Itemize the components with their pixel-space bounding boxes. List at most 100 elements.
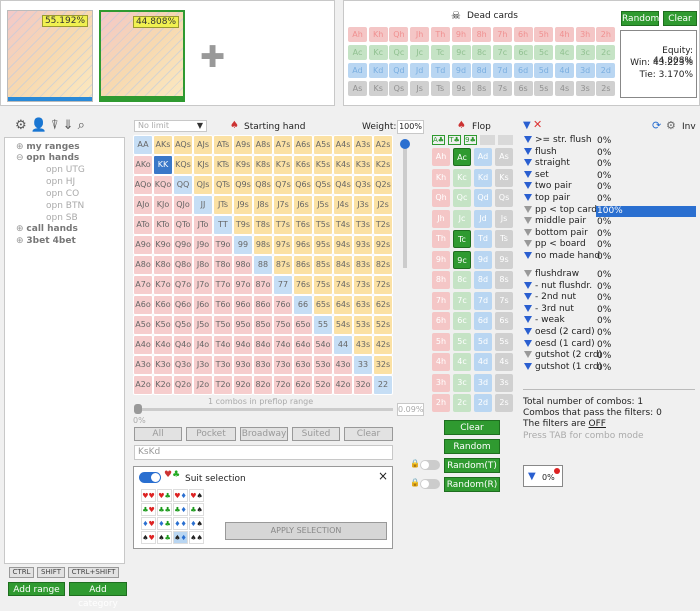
filter-badge[interactable]: ▼ 0% <box>523 465 563 487</box>
hand-cell-KQo[interactable]: KQo <box>153 175 173 195</box>
hand-cell-54o[interactable]: 54o <box>313 335 333 355</box>
hand-cell-72s[interactable]: 72s <box>373 275 393 295</box>
hand-cell-92o[interactable]: 92o <box>233 375 253 395</box>
hand-cell-Q3o[interactable]: Q3o <box>173 355 193 375</box>
dead-card-4d[interactable]: 4d <box>555 63 574 78</box>
filter-funnel-icon[interactable] <box>524 316 532 324</box>
filter-funnel-icon[interactable] <box>524 182 532 190</box>
dead-card-Js[interactable]: Js <box>410 81 430 96</box>
hand-cell-K8s[interactable]: K8s <box>253 155 273 175</box>
hand-cell-98s[interactable]: 98s <box>253 235 273 255</box>
hand-cell-62s[interactable]: 62s <box>373 295 393 315</box>
hand-cell-Q8s[interactable]: Q8s <box>253 175 273 195</box>
hand-cell-A3o[interactable]: A3o <box>133 355 153 375</box>
dead-card-9s[interactable]: 9s <box>451 81 471 96</box>
hand-cell-KTs[interactable]: KTs <box>213 155 233 175</box>
hand-cell-J4s[interactable]: J4s <box>333 195 353 215</box>
refresh-icon[interactable]: ⟳ <box>652 119 661 132</box>
hand-cell-53o[interactable]: 53o <box>313 355 333 375</box>
hand-cell-55[interactable]: 55 <box>313 315 333 335</box>
hand-cell-Q5o[interactable]: Q5o <box>173 315 193 335</box>
hand-cell-76s[interactable]: 76s <box>293 275 313 295</box>
hand-cell-J9s[interactable]: J9s <box>233 195 253 215</box>
turn-slot[interactable] <box>480 135 495 145</box>
filter-1[interactable]: flush <box>524 147 557 157</box>
filter-funnel-icon[interactable] <box>524 293 532 301</box>
hand-cell-QTs[interactable]: QTs <box>213 175 233 195</box>
ctrl-shift-key-button[interactable]: CTRL+SHIFT <box>68 567 119 578</box>
hand-cell-Q7o[interactable]: Q7o <box>173 275 193 295</box>
random-t-button[interactable]: Random(T) <box>444 458 500 473</box>
filter-3[interactable]: set <box>524 170 549 180</box>
hand-cell-52s[interactable]: 52s <box>373 315 393 335</box>
add-category-button[interactable]: Add category <box>69 582 127 609</box>
hand-cell-KTo[interactable]: KTo <box>153 215 173 235</box>
dead-card-Td[interactable]: Td <box>430 63 450 78</box>
toggle-random-t[interactable] <box>420 460 440 470</box>
flop-card-8s[interactable]: 8s <box>495 271 513 289</box>
dead-card-8c[interactable]: 8c <box>472 45 492 60</box>
suit-combo-2-2[interactable]: ♦♦ <box>173 517 188 530</box>
combo-slider-track[interactable] <box>136 408 393 411</box>
tree-opn-sb[interactable]: opn SB <box>46 213 78 223</box>
filter-12[interactable]: - nut flushdr. <box>524 281 592 291</box>
dead-card-7s[interactable]: 7s <box>492 81 512 96</box>
filter-7[interactable]: middle pair <box>524 216 586 226</box>
dead-card-7c[interactable]: 7c <box>492 45 512 60</box>
flop-card-5s[interactable]: 5s <box>495 332 513 351</box>
flop-card-Ad[interactable]: Ad <box>474 148 492 166</box>
hand-cell-J3o[interactable]: J3o <box>193 355 213 375</box>
hand-cell-KK[interactable]: KK <box>153 155 173 175</box>
flop-card-As[interactable]: As <box>495 148 513 166</box>
hand-cell-95s[interactable]: 95s <box>313 235 333 255</box>
filter-clear-icon[interactable]: ✕ <box>533 118 542 131</box>
hand-cell-A5o[interactable]: A5o <box>133 315 153 335</box>
dead-card-8d[interactable]: 8d <box>472 63 492 78</box>
ctrl-key-button[interactable]: CTRL <box>9 567 34 578</box>
hand-cell-K6o[interactable]: K6o <box>153 295 173 315</box>
flop-card-Th[interactable]: Th <box>432 230 450 248</box>
hand-cell-52o[interactable]: 52o <box>313 375 333 395</box>
flop-card-5h[interactable]: 5h <box>432 332 450 351</box>
dead-card-7h[interactable]: 7h <box>492 27 512 42</box>
hand-cell-A9s[interactable]: A9s <box>233 135 253 155</box>
flop-card-9h[interactable]: 9h <box>432 250 450 269</box>
hand-cell-Q8o[interactable]: Q8o <box>173 255 193 275</box>
hand-cell-T9s[interactable]: T9s <box>233 215 253 235</box>
weight-slider-track[interactable] <box>403 140 407 268</box>
dead-card-Tc[interactable]: Tc <box>430 45 450 60</box>
hand-cell-Q6s[interactable]: Q6s <box>293 175 313 195</box>
suit-combo-1-0[interactable]: ♣♥ <box>141 503 156 516</box>
hand-cell-85o[interactable]: 85o <box>253 315 273 335</box>
hand-cell-65o[interactable]: 65o <box>293 315 313 335</box>
dead-random-button[interactable]: Random <box>621 11 659 26</box>
hand-cell-J7o[interactable]: J7o <box>193 275 213 295</box>
flop-card-4s[interactable]: 4s <box>495 353 513 371</box>
hand-cell-83o[interactable]: 83o <box>253 355 273 375</box>
hand-cell-K8o[interactable]: K8o <box>153 255 173 275</box>
hand-cell-AJo[interactable]: AJo <box>133 195 153 215</box>
hand-cell-KQs[interactable]: KQs <box>173 155 193 175</box>
hand-cell-K6s[interactable]: K6s <box>293 155 313 175</box>
hand-cell-83s[interactable]: 83s <box>353 255 373 275</box>
flop-card-4c[interactable]: 4c <box>453 353 471 371</box>
hand-cell-Q9s[interactable]: Q9s <box>233 175 253 195</box>
matrix-all-button[interactable]: All <box>134 427 182 441</box>
flop-card-5d[interactable]: 5d <box>474 332 492 351</box>
hand-cell-T9o[interactable]: T9o <box>213 235 233 255</box>
flop-card-3h[interactable]: 3h <box>432 373 450 392</box>
dead-card-Jc[interactable]: Jc <box>410 45 430 60</box>
flop-card-3c[interactable]: 3c <box>453 373 471 392</box>
dead-card-Ks[interactable]: Ks <box>368 81 388 96</box>
suit-combo-3-0[interactable]: ♠♥ <box>141 531 156 544</box>
hand-cell-87o[interactable]: 87o <box>253 275 273 295</box>
suit-combo-3-1[interactable]: ♠♣ <box>157 531 172 544</box>
hand-cell-T6s[interactable]: T6s <box>293 215 313 235</box>
hand-cell-92s[interactable]: 92s <box>373 235 393 255</box>
flop-card-Jh[interactable]: Jh <box>432 209 450 228</box>
flop-random-button[interactable]: Random <box>444 439 500 454</box>
dead-card-2c[interactable]: 2c <box>596 45 616 60</box>
hand-cell-K4o[interactable]: K4o <box>153 335 173 355</box>
hand-cell-64o[interactable]: 64o <box>293 335 313 355</box>
filter-funnel-icon[interactable] <box>524 228 532 236</box>
